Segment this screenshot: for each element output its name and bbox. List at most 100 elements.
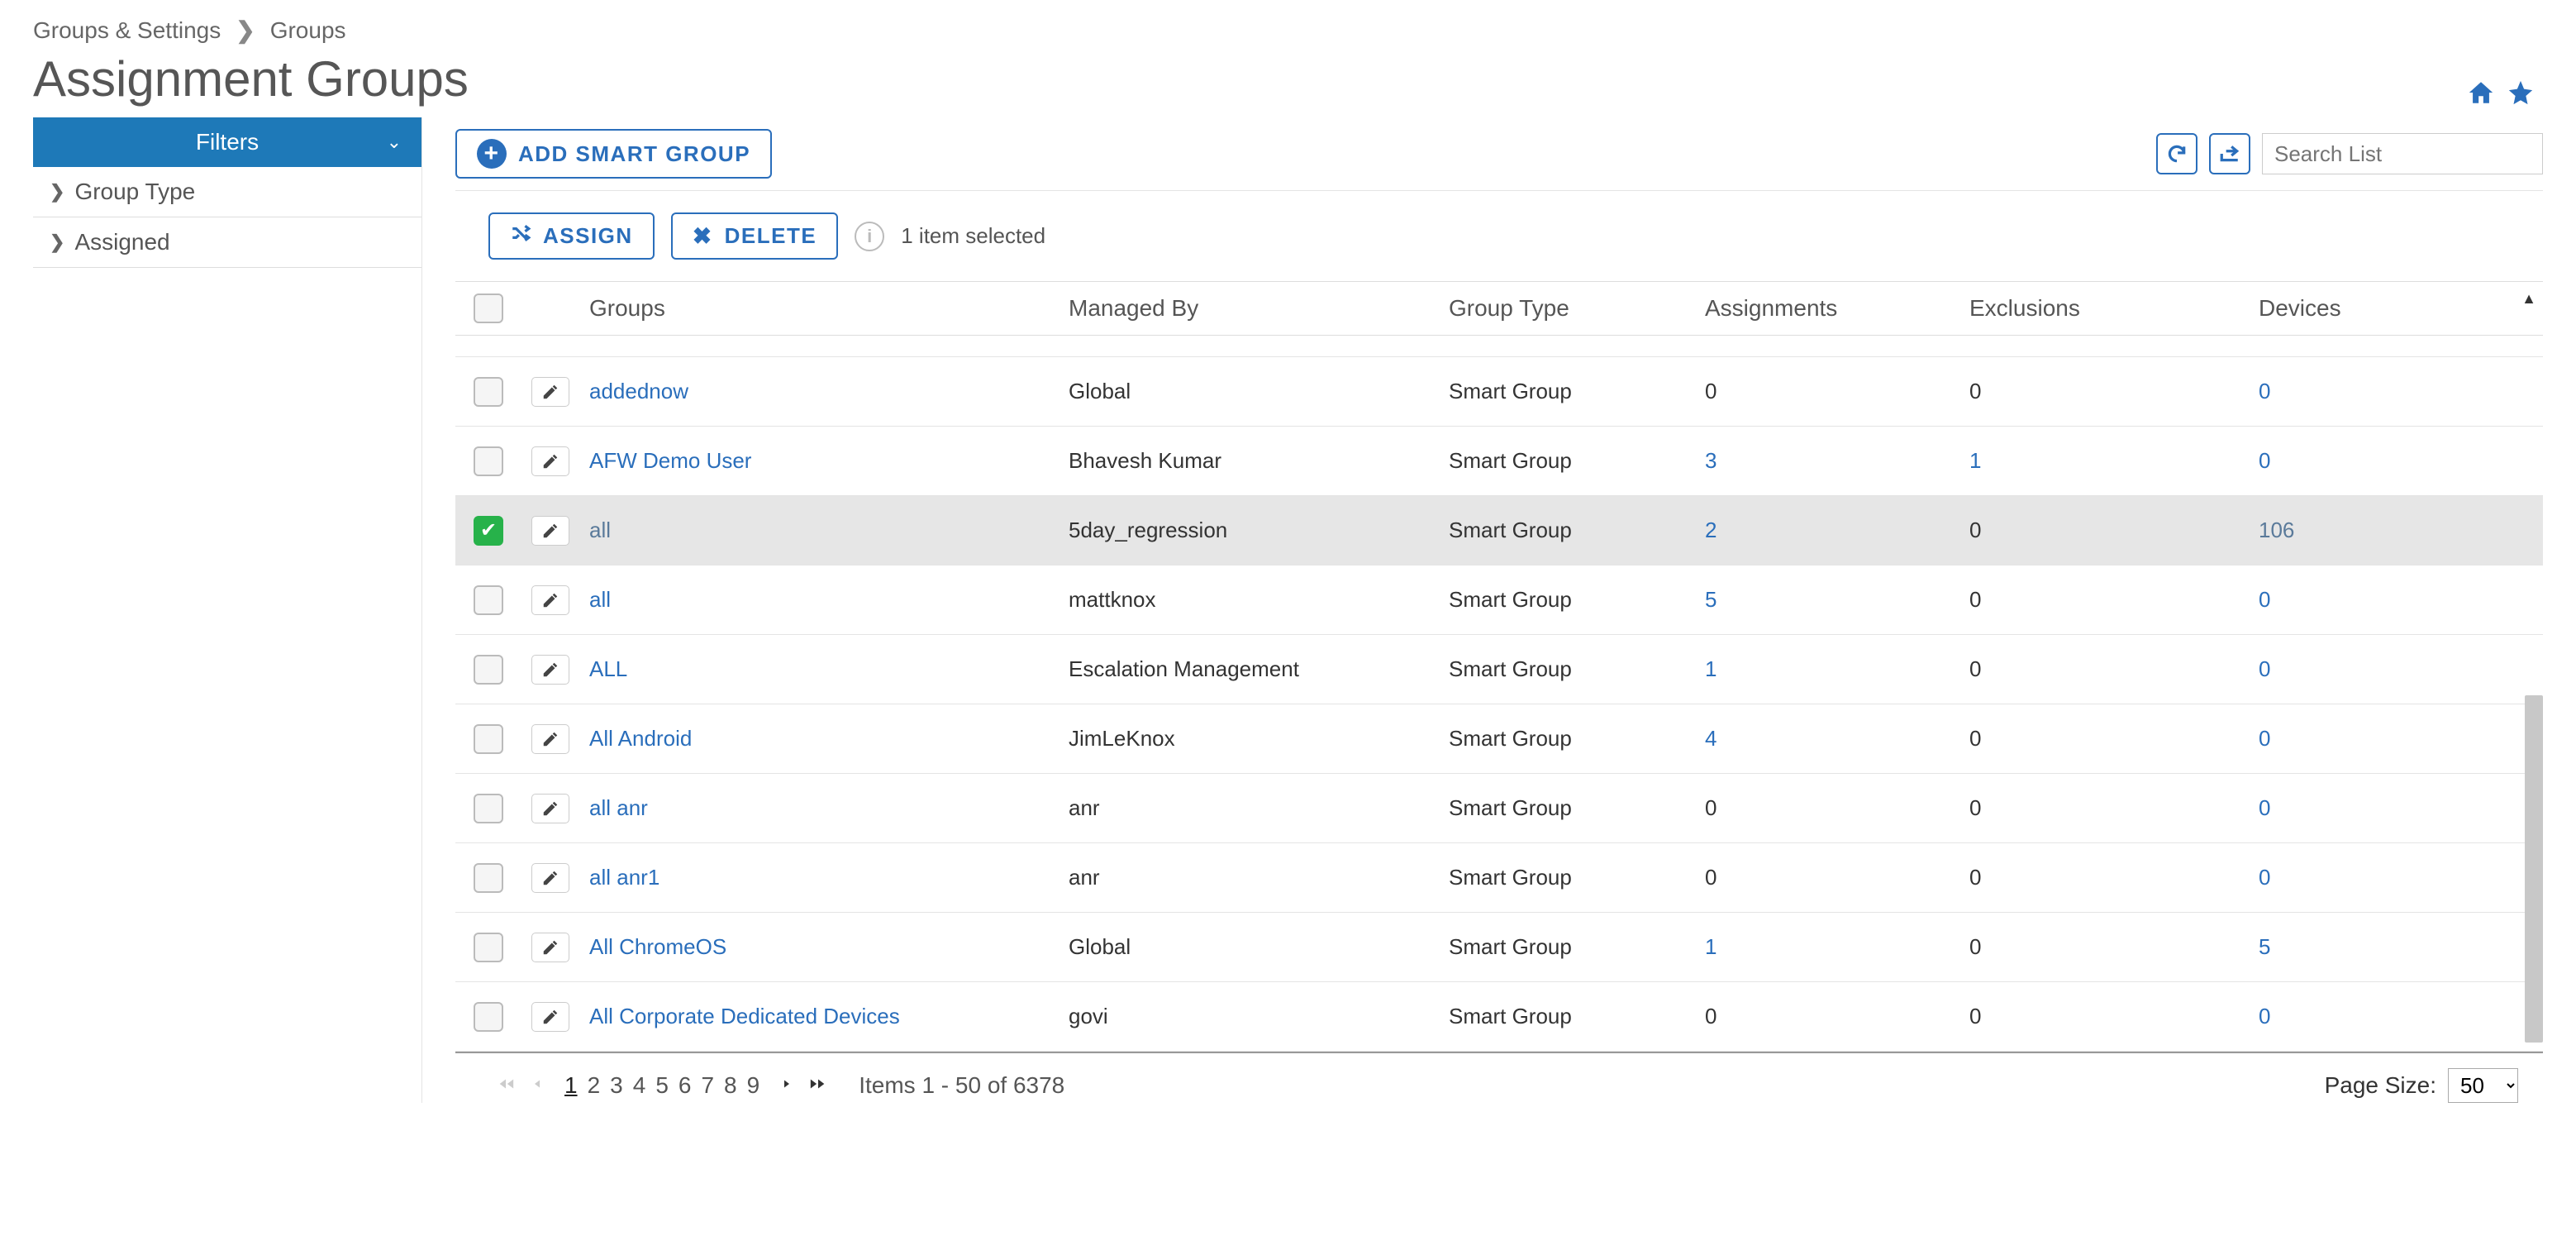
table-row[interactable]: ALLEscalation ManagementSmart Group100 [455, 635, 2543, 704]
row-checkbox[interactable] [474, 655, 503, 685]
star-icon[interactable] [2507, 79, 2535, 114]
filter-group-type[interactable]: ❯ Group Type [33, 167, 421, 217]
devices-cell[interactable]: 0 [2259, 795, 2270, 820]
first-page-icon[interactable] [497, 1072, 515, 1099]
column-group-type[interactable]: Group Type [1439, 295, 1695, 322]
exclusions-cell: 0 [1969, 587, 1981, 612]
group-name-link[interactable]: ALL [589, 656, 627, 681]
group-name-link[interactable]: addednow [589, 379, 688, 403]
page-number[interactable]: 4 [628, 1072, 651, 1098]
row-checkbox[interactable] [474, 585, 503, 615]
devices-cell[interactable]: 0 [2259, 865, 2270, 890]
table-row[interactable]: all anranrSmart Group000 [455, 774, 2543, 843]
table-row[interactable]: allmattknoxSmart Group500 [455, 565, 2543, 635]
assign-button[interactable]: ASSIGN [488, 212, 655, 260]
table-row[interactable]: AFW Demo UserBhavesh KumarSmart Group310 [455, 427, 2543, 496]
exclusions-cell: 0 [1969, 795, 1981, 820]
group-name-link[interactable]: all [589, 518, 611, 542]
page-number[interactable]: 7 [696, 1072, 719, 1098]
add-smart-group-button[interactable]: + ADD SMART GROUP [455, 129, 772, 179]
group-name-link[interactable]: all anr1 [589, 865, 659, 890]
next-page-icon[interactable] [779, 1072, 794, 1099]
exclusions-cell: 0 [1969, 1004, 1981, 1028]
plus-circle-icon: + [477, 139, 507, 169]
managed-by-cell: anr [1059, 865, 1439, 890]
assignments-cell[interactable]: 2 [1705, 518, 1717, 542]
edit-icon[interactable] [531, 446, 569, 476]
edit-icon[interactable] [531, 794, 569, 823]
breadcrumb-root[interactable]: Groups & Settings [33, 17, 221, 44]
row-checkbox[interactable] [474, 377, 503, 407]
assignments-cell[interactable]: 5 [1705, 587, 1717, 612]
table-row[interactable]: All Corporate Dedicated DevicesgoviSmart… [455, 982, 2543, 1052]
sort-up-icon[interactable]: ▲ [2521, 290, 2536, 308]
page-number[interactable]: 9 [742, 1072, 765, 1098]
select-all-checkbox[interactable] [474, 293, 503, 323]
row-checkbox[interactable] [474, 794, 503, 823]
table-row[interactable]: all anr1anrSmart Group000 [455, 843, 2543, 913]
page-number[interactable]: 2 [583, 1072, 606, 1098]
managed-by-cell: govi [1059, 1004, 1439, 1029]
edit-icon[interactable] [531, 1002, 569, 1032]
assignments-cell[interactable]: 4 [1705, 726, 1717, 751]
assignments-cell[interactable]: 1 [1705, 656, 1717, 681]
column-groups[interactable]: Groups [579, 295, 1059, 322]
devices-cell[interactable]: 0 [2259, 726, 2270, 751]
devices-cell[interactable]: 106 [2259, 518, 2294, 542]
group-name-link[interactable]: all anr [589, 795, 648, 820]
row-checkbox[interactable] [474, 933, 503, 962]
edit-icon[interactable] [531, 585, 569, 615]
export-button[interactable] [2209, 133, 2250, 174]
group-name-link[interactable]: AFW Demo User [589, 448, 751, 473]
devices-cell[interactable]: 0 [2259, 656, 2270, 681]
table-row[interactable]: addednowGlobalSmart Group000 [455, 357, 2543, 427]
page-number[interactable]: 3 [605, 1072, 628, 1098]
page-size-select[interactable]: 50 [2448, 1068, 2518, 1103]
group-name-link[interactable]: all [589, 587, 611, 612]
devices-cell[interactable]: 5 [2259, 934, 2270, 959]
exclusions-cell[interactable]: 1 [1969, 448, 1981, 473]
group-name-link[interactable]: All Corporate Dedicated Devices [589, 1004, 900, 1028]
page-number[interactable]: 1 [559, 1072, 583, 1098]
search-input[interactable] [2262, 133, 2543, 174]
table-row[interactable]: ✔all5day_regressionSmart Group20106 [455, 496, 2543, 565]
row-checkbox[interactable] [474, 863, 503, 893]
edit-icon[interactable] [531, 933, 569, 962]
selected-count: 1 item selected [901, 223, 1045, 249]
devices-cell[interactable]: 0 [2259, 587, 2270, 612]
column-managed-by[interactable]: Managed By [1059, 295, 1439, 322]
prev-page-icon[interactable] [530, 1072, 545, 1099]
devices-cell[interactable]: 0 [2259, 1004, 2270, 1028]
column-devices[interactable]: Devices [2249, 295, 2543, 322]
page-number[interactable]: 6 [674, 1072, 697, 1098]
table-row[interactable]: All AndroidJimLeKnoxSmart Group400 [455, 704, 2543, 774]
column-assignments[interactable]: Assignments [1695, 295, 1959, 322]
edit-icon[interactable] [531, 377, 569, 407]
assignments-cell[interactable]: 3 [1705, 448, 1717, 473]
filter-assigned[interactable]: ❯ Assigned [33, 217, 421, 268]
edit-icon[interactable] [531, 863, 569, 893]
last-page-icon[interactable] [809, 1072, 827, 1099]
page-number[interactable]: 8 [719, 1072, 742, 1098]
row-checkbox[interactable]: ✔ [474, 516, 503, 546]
group-name-link[interactable]: All ChromeOS [589, 934, 726, 959]
delete-button[interactable]: ✖ DELETE [671, 212, 839, 260]
refresh-button[interactable] [2156, 133, 2197, 174]
edit-icon[interactable] [531, 724, 569, 754]
edit-icon[interactable] [531, 516, 569, 546]
column-exclusions[interactable]: Exclusions [1959, 295, 2249, 322]
assignments-cell[interactable]: 1 [1705, 934, 1717, 959]
row-checkbox[interactable] [474, 1002, 503, 1032]
devices-cell[interactable]: 0 [2259, 379, 2270, 403]
breadcrumb-current[interactable]: Groups [270, 17, 346, 44]
home-icon[interactable] [2467, 79, 2495, 114]
row-checkbox[interactable] [474, 724, 503, 754]
row-checkbox[interactable] [474, 446, 503, 476]
table-row[interactable]: All ChromeOSGlobalSmart Group105 [455, 913, 2543, 982]
scrollbar[interactable] [2525, 695, 2543, 1043]
filters-header[interactable]: Filters ⌄ [33, 117, 421, 167]
edit-icon[interactable] [531, 655, 569, 685]
group-name-link[interactable]: All Android [589, 726, 692, 751]
page-number[interactable]: 5 [650, 1072, 674, 1098]
devices-cell[interactable]: 0 [2259, 448, 2270, 473]
